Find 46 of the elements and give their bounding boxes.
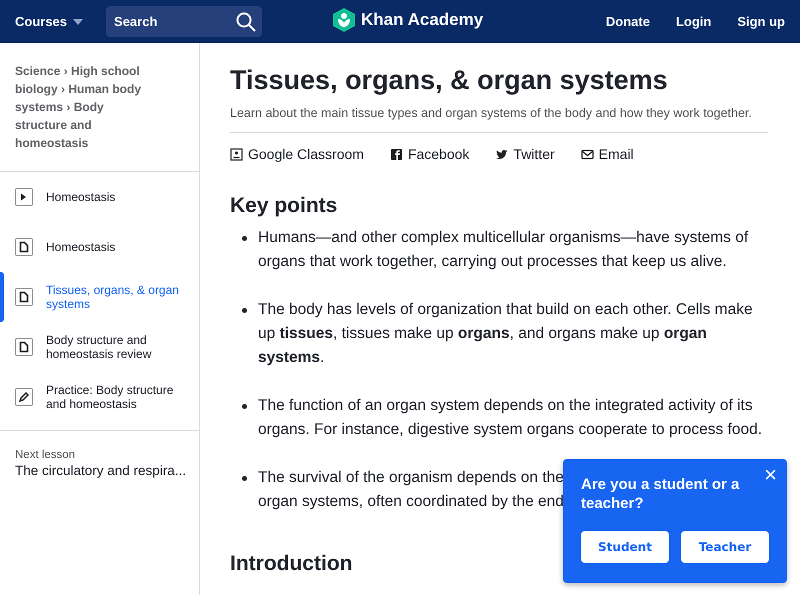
header-link[interactable]: Donate: [606, 14, 650, 29]
article-subtitle: Learn about the main tissue types and organ systems of the body and how they work together.: [230, 106, 768, 133]
bullet-icon: [242, 476, 247, 481]
courses-menu[interactable]: Courses: [15, 14, 84, 29]
facebook-icon: [390, 148, 403, 160]
pencil-icon: [15, 388, 33, 406]
next-lesson-label: Next lesson: [15, 449, 76, 461]
next-lesson-link[interactable]: The circulatory and respira...: [15, 462, 186, 480]
lesson-item[interactable]: Homeostasis: [0, 172, 199, 222]
classroom-icon: [230, 148, 243, 160]
bullet-text: The survival of the organism depends on the organ systems, often coordinated by the end: [258, 468, 564, 512]
search-field[interactable]: Search: [106, 6, 262, 37]
breadcrumb-trail[interactable]: Science › High school biology › Human body systems › Body structure and homeostasis: [15, 62, 159, 152]
search-icon: [236, 12, 256, 32]
header-link[interactable]: Login: [676, 14, 712, 29]
document-icon: [15, 338, 33, 356]
logo-icon: [333, 8, 355, 32]
bullet-text: Humans—and other complex multicellular organisms—have systems of organs that work together, carrying out processes that keep us alive.: [258, 228, 750, 272]
role-button[interactable]: Teacher: [681, 531, 769, 563]
close-button[interactable]: ×: [760, 462, 781, 488]
lesson-item[interactable]: Homeostasis: [0, 222, 199, 272]
document-icon: [15, 288, 33, 306]
section-heading: Introduction: [230, 552, 354, 576]
share-link[interactable]: Facebook: [390, 146, 470, 162]
logo-text[interactable]: Khan Academy: [361, 10, 484, 30]
lesson-item[interactable]: Body structure and homeostasis review: [0, 322, 199, 372]
popup-question: Are you a student or a teacher?: [581, 475, 740, 513]
caret-icon: [73, 18, 84, 24]
bullet-icon: [242, 308, 247, 313]
lesson-item[interactable]: Tissues, organs, & organ systems: [0, 272, 199, 322]
share-link[interactable]: Google Classroom: [230, 146, 364, 162]
share-link[interactable]: Email: [580, 146, 634, 162]
bullet-icon: [242, 404, 247, 409]
header-link[interactable]: Sign up: [737, 14, 785, 29]
bullet-text: The body has levels of organization that build on each other. Cells make up tissues, tissues make up organs, and organs make up organ systems.: [258, 300, 754, 368]
article-title: Tissues, organs, & organ systems: [230, 65, 669, 96]
twitter-icon: [495, 148, 508, 160]
lesson-item[interactable]: Practice: Body structure and homeostasis: [0, 372, 199, 422]
email-icon: [580, 148, 594, 160]
bullet-icon: [242, 236, 247, 241]
section-heading: Key points: [230, 194, 338, 218]
bullet-text: The function of an organ system depends on the integrated activity of its organs. For instance, digestive system organs cooperate to process food.: [258, 396, 764, 440]
play-icon: [15, 188, 33, 206]
share-link[interactable]: Twitter: [495, 146, 555, 162]
document-icon: [15, 238, 33, 256]
role-button[interactable]: Student: [581, 531, 669, 563]
